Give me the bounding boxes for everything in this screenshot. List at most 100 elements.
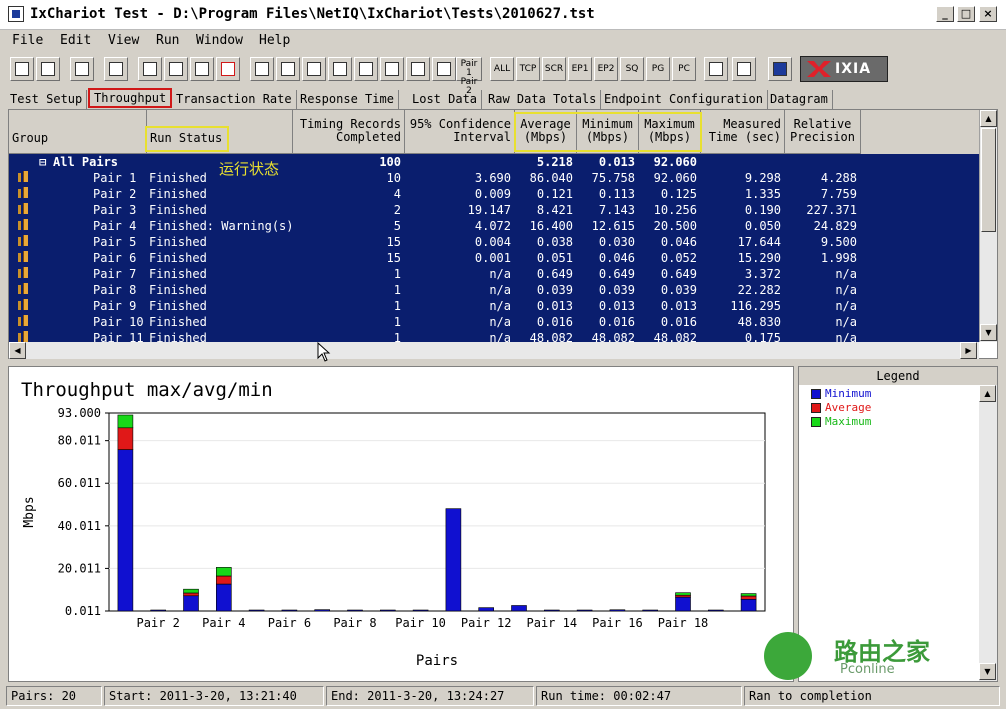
filter-pg-button[interactable]: PG	[646, 57, 670, 81]
tab-raw-data-totals[interactable]: Raw Data Totals	[484, 90, 602, 110]
y-tick-label: 0.011	[65, 604, 101, 618]
throughput-chart-pane: Throughput max/avg/min 93.000 80.011 60.01…	[8, 366, 794, 682]
col-group[interactable]: Group	[9, 110, 147, 154]
y-tick-label: 93.000	[58, 406, 101, 420]
col-measured-time[interactable]: Measured Time (sec)	[701, 110, 785, 154]
y-axis-label: Mbps	[22, 496, 37, 527]
pair-name: Pair 9	[93, 299, 137, 313]
scroll-left-icon[interactable]: ◀	[9, 342, 26, 359]
cell-avg: 0.013	[536, 299, 573, 313]
window-title: IxChariot Test - D:\Program Files\NetIQ\…	[30, 6, 595, 22]
filter-all-button[interactable]: ALL	[490, 57, 514, 81]
replicate-icon[interactable]	[380, 57, 404, 81]
tab-response-time[interactable]: Response Time	[296, 90, 399, 110]
maximize-button[interactable]: □	[957, 6, 975, 22]
pair-icon	[17, 187, 29, 199]
menu-view[interactable]: View	[108, 33, 139, 48]
paste-icon[interactable]	[190, 57, 214, 81]
tab-endpoint-configuration[interactable]: Endpoint Configuration	[600, 90, 768, 110]
cell-max: 0.649	[660, 267, 697, 281]
grid-vertical-scrollbar[interactable]: ▲ ▼	[979, 110, 997, 342]
pair-row[interactable]: Pair 8 Finished 1 n/a 0.039 0.039 0.039 22.282 n…	[9, 282, 979, 298]
pair-row[interactable]: Pair 1 Finished 10 3.690 86.040 75.758 92.060 9…	[9, 170, 979, 186]
status-bar: Pairs: 20 Start: 2011-3-20, 13:21:40 End…	[0, 684, 1006, 709]
col-timing-records[interactable]: Timing Records Completed	[293, 110, 405, 154]
add-multicast-icon[interactable]	[276, 57, 300, 81]
bar-minimum	[216, 583, 232, 612]
filter-scr-button[interactable]: SCR	[542, 57, 566, 81]
pair-row[interactable]: Pair 7 Finished 1 n/a 0.649 0.649 0.649 3.372 n/…	[9, 266, 979, 282]
scroll-right-icon[interactable]: ▶	[960, 342, 977, 359]
cut-icon[interactable]	[138, 57, 162, 81]
cell-max: 92.060	[653, 171, 697, 185]
filter-ep2-button[interactable]: EP2	[594, 57, 618, 81]
cell-ci: n/a	[489, 299, 511, 313]
pair-row[interactable]: Pair 4 Finished: Warning(s) 5 4.072 16.400 12…	[9, 218, 979, 234]
filter-sq-button[interactable]: SQ	[620, 57, 644, 81]
minimize-button[interactable]: _	[936, 6, 954, 22]
tab-datagram[interactable]: Datagram	[766, 90, 833, 110]
menu-help[interactable]: Help	[259, 33, 290, 48]
menu-file[interactable]: File	[12, 33, 43, 48]
add-group-icon[interactable]	[302, 57, 326, 81]
add-pair-icon[interactable]	[250, 57, 274, 81]
filter-ep1-button[interactable]: EP1	[568, 57, 592, 81]
pair-icon	[17, 299, 29, 311]
menu-run[interactable]: Run	[156, 33, 179, 48]
columns-icon[interactable]	[704, 57, 728, 81]
cell-time: 0.190	[744, 203, 781, 217]
tab-transaction-rate[interactable]: Transaction Rate	[172, 90, 297, 110]
notes-icon[interactable]	[732, 57, 756, 81]
swap-endpoints-icon[interactable]	[354, 57, 378, 81]
pair-row[interactable]: Pair 10 Finished 1 n/a 0.016 0.016 0.016 48.830…	[9, 314, 979, 330]
col-relative-precision[interactable]: Relative Precision	[785, 110, 861, 154]
close-button[interactable]: ×	[979, 6, 997, 22]
pair-row[interactable]: Pair 3 Finished 2 19.147 8.421 7.143 10.256 0.1…	[9, 202, 979, 218]
expander-icon[interactable]: ⊟	[39, 155, 46, 169]
legend-scroll-up-icon[interactable]: ▲	[979, 385, 996, 402]
legend-swatch-maximum	[811, 417, 821, 427]
info-icon[interactable]	[768, 57, 792, 81]
topology-icon[interactable]	[406, 57, 430, 81]
pair1-pair2-button[interactable]: Pair 1 Pair 2	[456, 57, 482, 96]
cell-avg: 8.421	[536, 203, 573, 217]
stop-icon[interactable]	[104, 57, 128, 81]
cell-ci: n/a	[489, 331, 511, 342]
copy-icon[interactable]	[164, 57, 188, 81]
y-tick-label: 40.011	[58, 519, 101, 533]
pair-status: Finished	[149, 187, 207, 201]
tab-lost-data[interactable]: Lost Data	[408, 90, 483, 110]
pair-row[interactable]: Pair 9 Finished 1 n/a 0.013 0.013 0.013 116.295…	[9, 298, 979, 314]
filter-pc-button[interactable]: PC	[672, 57, 696, 81]
summary-row[interactable]: ⊟ All Pairs 100 5.218 0.013 92.060	[9, 154, 979, 170]
menu-window[interactable]: Window	[196, 33, 243, 48]
scroll-up-icon[interactable]: ▲	[980, 110, 997, 127]
print-icon[interactable]	[36, 57, 60, 81]
scroll-thumb[interactable]	[981, 128, 996, 232]
tab-test-setup[interactable]: Test Setup	[6, 90, 88, 110]
pair-row[interactable]: Pair 6 Finished 15 0.001 0.051 0.046 0.052 15.2…	[9, 250, 979, 266]
save-icon[interactable]	[10, 57, 34, 81]
edit-pair-icon[interactable]	[328, 57, 352, 81]
filter-tcp-button[interactable]: TCP	[516, 57, 540, 81]
cell-time: 48.830	[737, 315, 781, 329]
grid-header: Group Run Status Timing Records Complete…	[9, 110, 979, 154]
menu-edit[interactable]: Edit	[60, 33, 91, 48]
pair-row[interactable]: Pair 5 Finished 15 0.004 0.038 0.030 0.046 17.6…	[9, 234, 979, 250]
pair-row[interactable]: Pair 11 Finished 1 n/a 48.082 48.082 48.082 0.1…	[9, 330, 979, 342]
network-icon[interactable]	[432, 57, 456, 81]
run-icon[interactable]	[70, 57, 94, 81]
pair-row[interactable]: Pair 2 Finished 4 0.009 0.121 0.113 0.125 1.335…	[9, 186, 979, 202]
volans-logo-icon	[19, 645, 65, 675]
col-confidence[interactable]: 95% Confidence Interval	[405, 110, 515, 154]
cell-max: 48.082	[653, 331, 697, 342]
delete-icon[interactable]	[216, 57, 240, 81]
cell-timing: 1	[393, 299, 401, 313]
status-runtime: Run time: 00:02:47	[536, 686, 742, 706]
grid-horizontal-scrollbar[interactable]: ◀ ▶	[9, 342, 979, 359]
scroll-down-icon[interactable]: ▼	[980, 324, 997, 341]
col-measured-line2: Time (sec)	[708, 130, 781, 144]
tab-throughput[interactable]: Throughput	[88, 88, 173, 108]
x-tick-label: Pair 18	[658, 616, 709, 630]
summary-maximum: 92.060	[653, 155, 697, 169]
